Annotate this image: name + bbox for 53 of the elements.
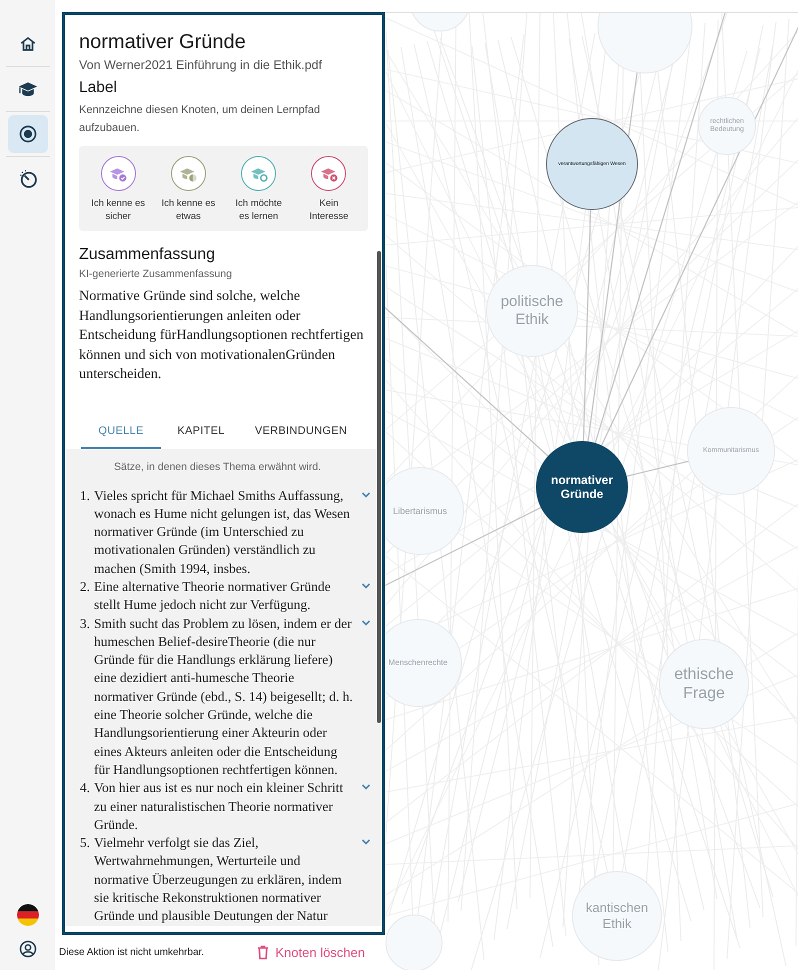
option-label: Ich möchte es lernen bbox=[234, 197, 283, 223]
chevron-icon[interactable] bbox=[360, 837, 372, 848]
option-label: Ich kenne es etwas bbox=[161, 197, 216, 223]
cap-icon bbox=[179, 166, 198, 182]
chevron-icon[interactable] bbox=[360, 782, 372, 792]
trash-icon bbox=[257, 945, 270, 960]
section-heading: Zusammenfassung bbox=[79, 246, 216, 264]
section-subheading: KI-generierte Zusammenfassung bbox=[79, 268, 233, 280]
node-title: normativer Gründe bbox=[79, 31, 247, 54]
warning-text: Diese Aktion ist nicht umkehrbar. bbox=[59, 947, 204, 958]
label-option[interactable]: Ich kenne es etwas bbox=[161, 156, 216, 223]
source-sentence: Eine alternative Theorie normativer Gründe stellt Hume jedoch nicht zur Verfügung. bbox=[94, 578, 332, 614]
delete-node-button[interactable]: Knoten löschen bbox=[255, 941, 367, 964]
section-heading: Label bbox=[79, 79, 118, 97]
cap-icon bbox=[109, 166, 128, 182]
option-label: Ich kenne es sicher bbox=[91, 197, 146, 223]
graduation-cap-icon bbox=[18, 80, 38, 98]
source-sentence: Von hier aus ist es nur noch ein kleiner Schritt zu einer naturalistischen Theorie normativer Gründe. bbox=[94, 779, 344, 834]
cap-icon bbox=[320, 166, 338, 182]
target-icon bbox=[18, 125, 36, 143]
graph-node[interactable]: ethische Frage bbox=[659, 639, 749, 729]
graph-node[interactable]: Libertarismus bbox=[385, 467, 464, 555]
list-number: 1. bbox=[78, 486, 90, 504]
graph-node[interactable]: kantischen Ethik bbox=[572, 871, 662, 961]
list-number: 4. bbox=[78, 779, 90, 798]
option-label: Kein Interesse bbox=[308, 197, 350, 223]
chevron-icon[interactable] bbox=[360, 490, 372, 500]
german-flag-icon[interactable] bbox=[16, 904, 38, 926]
source-sentence: Vieles spricht für Michael Smiths Auffassung, wonach es Hume nicht gelungen ist, das Wesen normativer Gründe (im Unterschied zu motivationalen Gründen) verständlich zu machen (Smith 1994, insbes. bbox=[94, 486, 351, 578]
user-icon[interactable] bbox=[18, 940, 36, 958]
home-icon bbox=[18, 35, 36, 53]
tab[interactable]: VERBINDUNGEN bbox=[241, 418, 361, 448]
label-option[interactable]: Ich kenne es sicher bbox=[91, 156, 146, 223]
list-number: 2. bbox=[78, 578, 90, 596]
label-option[interactable]: Kein Interesse bbox=[302, 156, 356, 223]
chevron-icon[interactable] bbox=[360, 580, 372, 591]
sentences-description: Sätze, in denen dieses Thema erwähnt wird. bbox=[112, 460, 322, 472]
source-text: Von Werner2021 Einführung in die Ethik.pdf bbox=[79, 58, 323, 72]
sidebar-item[interactable] bbox=[8, 115, 48, 153]
graph-node[interactable]: politische Ethik bbox=[486, 265, 578, 357]
cap-icon bbox=[250, 166, 268, 182]
chevron-icon[interactable] bbox=[360, 618, 372, 628]
graph-node[interactable]: normativer Gründe bbox=[536, 441, 628, 533]
summary-text: Normative Gründe sind solche, welche Handlungsorientierungen anleiten oder Entscheidung fürHandlungsoptionen rechtfertigen können und sich von motivationalenGründen unterscheiden. bbox=[79, 287, 364, 384]
graph-node[interactable]: Menschenrechte bbox=[385, 619, 462, 707]
list-number: 3. bbox=[78, 614, 90, 633]
section-description: Kennzeichne diesen Knoten, um deinen Lernpfad aufzubauen. bbox=[79, 103, 321, 136]
label-option[interactable]: Ich möchte es lernen bbox=[232, 156, 286, 223]
list-number: 5. bbox=[78, 834, 90, 852]
tab[interactable]: KAPITEL bbox=[161, 418, 241, 448]
source-sentence: Smith sucht das Problem zu lösen, indem er der humeschen Belief-desireTheorie (die nur Gründe für die Handlungs erklärung liefere) eine dezidiert anti-humesche Theorie normativer Gründe (ebd., S. 14) beigesellt; d. h. eine Theorie solcher Gründe, welche die Handlungsorientierung einer Akteurin oder eines Akteurs anleiten oder die Entscheidung für Handlungsoptionen rechtfertigen können. bbox=[94, 614, 354, 779]
timer-icon bbox=[18, 169, 38, 189]
source-sentence: Vielmehr verfolgt sie das Ziel, Wertwahrnehmungen, Werturteile und normative Überzeugungen zu erklären, indem sie kritische Rekonstruktionen normativer Gründe und plausible Deutungen der Natur bbox=[94, 834, 343, 926]
